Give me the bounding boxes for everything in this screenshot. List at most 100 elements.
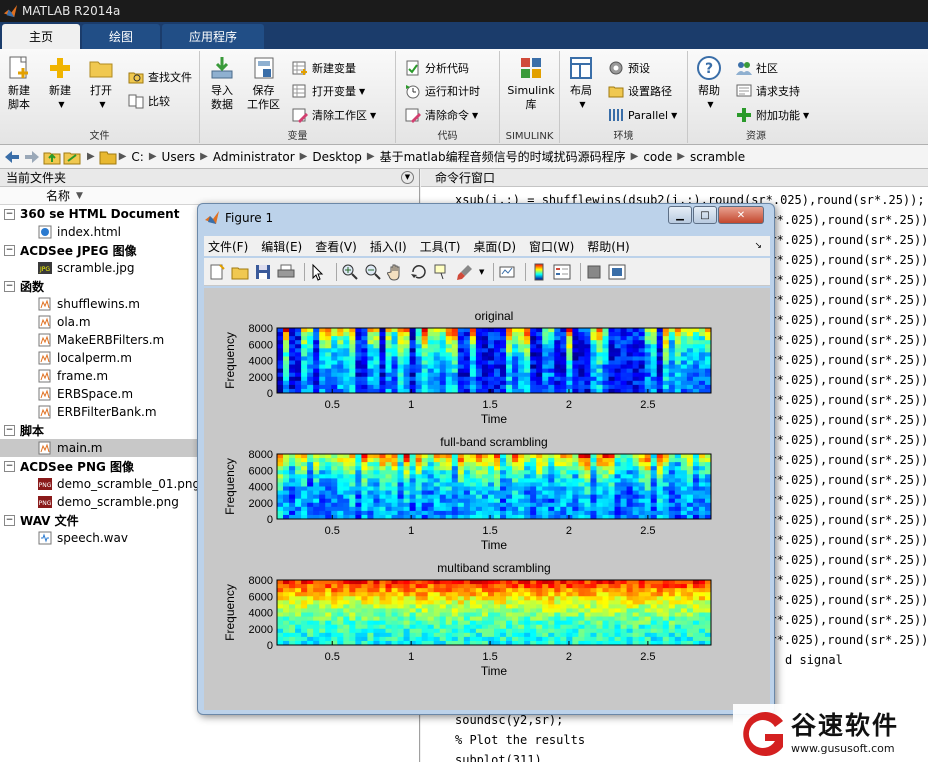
spectrogram-cell xyxy=(542,632,549,638)
open-button[interactable]: 打开 ▼ xyxy=(88,55,114,112)
clear-commands-button[interactable]: 清除命令 ▼ xyxy=(405,105,478,125)
chevron-down-icon[interactable]: ▼ xyxy=(479,268,484,276)
collapse-icon[interactable]: − xyxy=(4,424,15,436)
path-segment[interactable]: Users xyxy=(162,150,196,164)
tab-apps[interactable]: 应用程序 xyxy=(162,24,265,49)
request-support-button[interactable]: 请求支持 xyxy=(736,81,800,101)
new-button[interactable]: 新建 ▼ xyxy=(47,55,73,112)
tab-home[interactable]: 主页 xyxy=(2,24,81,49)
data-cursor-icon[interactable] xyxy=(433,263,451,281)
zoom-in-icon[interactable] xyxy=(341,263,359,281)
layout-button[interactable]: 布局 ▼ xyxy=(568,55,594,112)
menu-desktop[interactable]: 桌面(D) xyxy=(473,238,516,255)
pan-hand-icon[interactable] xyxy=(387,263,405,281)
figure-canvas[interactable]: original 8000 6000 4000 2000 0 0.5 1 1.5 2 2.5 Time… xyxy=(204,288,770,710)
maximize-button[interactable]: □ xyxy=(693,206,717,224)
plot-title: multiband scrambling xyxy=(437,561,550,575)
path-segment[interactable]: Desktop xyxy=(312,150,362,164)
pointer-icon[interactable] xyxy=(309,263,327,281)
spectrogram-cell xyxy=(331,478,338,483)
spectrogram-cell xyxy=(439,474,447,479)
community-button[interactable]: 社区 xyxy=(736,58,778,78)
spectrogram-cell xyxy=(518,624,525,630)
spectrogram-cell xyxy=(421,490,429,496)
set-path-button[interactable]: 设置路径 xyxy=(608,81,672,101)
spectrogram-cell xyxy=(337,592,344,597)
preferences-button[interactable]: 预设 xyxy=(608,58,650,78)
collapse-icon[interactable]: − xyxy=(4,208,15,220)
find-files-button[interactable]: 查找文件 xyxy=(128,67,192,87)
spectrogram-cell xyxy=(457,332,465,337)
spectrogram-cell xyxy=(361,462,368,467)
save-workspace-button[interactable]: 保存 工作区 xyxy=(247,55,280,112)
spectrogram-cell xyxy=(289,486,296,491)
spectrogram-axes[interactable]: original800060004000200000.5 1 1.5 2 2.5Time… xyxy=(204,288,770,710)
legend-icon[interactable] xyxy=(553,263,571,281)
back-arrow-icon[interactable] xyxy=(3,149,21,165)
spectrogram-cell xyxy=(451,348,459,353)
addons-button[interactable]: 附加功能 ▼ xyxy=(736,105,809,125)
menu-insert[interactable]: 插入(I) xyxy=(370,238,407,255)
tab-plots[interactable]: 绘图 xyxy=(82,24,161,49)
spectrogram-cell xyxy=(704,384,712,390)
spectrogram-cell xyxy=(506,336,513,341)
spectrogram-cell xyxy=(530,596,537,601)
path-segment[interactable]: scramble xyxy=(690,150,745,164)
print-icon[interactable] xyxy=(277,263,295,281)
spectrogram-cell xyxy=(433,458,441,463)
path-segment[interactable]: code xyxy=(643,150,672,164)
new-figure-icon[interactable] xyxy=(208,263,226,281)
spectrogram-cell xyxy=(385,474,392,479)
spectrogram-cell xyxy=(650,628,658,634)
parallel-button[interactable]: Parallel ▼ xyxy=(608,105,677,125)
menu-tools[interactable]: 工具(T) xyxy=(420,238,461,255)
analyze-code-button[interactable]: 分析代码 xyxy=(405,58,469,78)
minimize-button[interactable]: ▁ xyxy=(668,206,692,224)
open-variable-button[interactable]: 打开变量 ▼ xyxy=(292,81,365,101)
simulink-library-button[interactable]: Simulink 库 xyxy=(505,55,557,112)
panel-actions-icon[interactable]: ▼ xyxy=(401,171,414,184)
clear-workspace-button[interactable]: 清除工作区 ▼ xyxy=(292,105,376,125)
import-data-button[interactable]: 导入 数据 xyxy=(209,55,235,112)
collapse-icon[interactable]: − xyxy=(4,280,15,292)
path-segment[interactable]: Administrator xyxy=(213,150,295,164)
new-variable-button[interactable]: 新建变量 xyxy=(292,58,356,78)
spectrogram-cell xyxy=(650,588,658,593)
spectrogram-cell xyxy=(530,588,537,593)
new-script-button[interactable]: 新建 脚本 xyxy=(6,55,32,112)
menu-file[interactable]: 文件(F) xyxy=(208,238,248,255)
help-button[interactable]: ? 帮助 ▼ xyxy=(696,55,722,112)
brush-icon[interactable] xyxy=(456,263,474,281)
zoom-out-icon[interactable] xyxy=(364,263,382,281)
forward-arrow-icon[interactable] xyxy=(23,149,41,165)
spectrogram-cell xyxy=(674,608,682,613)
compare-button[interactable]: 比较 xyxy=(128,91,170,111)
colorbar-icon[interactable] xyxy=(530,263,548,281)
menu-edit[interactable]: 编辑(E) xyxy=(261,238,302,255)
hide-plot-tools-icon[interactable] xyxy=(585,263,603,281)
spectrogram-cell xyxy=(475,628,483,634)
path-separator: ▶ xyxy=(118,151,127,162)
link-plot-icon[interactable] xyxy=(498,263,516,281)
menu-window[interactable]: 窗口(W) xyxy=(529,238,574,255)
path-segment[interactable]: C: xyxy=(131,150,143,164)
spectrogram-cell xyxy=(349,344,356,349)
dock-arrow-icon[interactable]: ↘ xyxy=(754,241,762,251)
collapse-icon[interactable]: − xyxy=(4,244,15,256)
open-file-icon[interactable] xyxy=(231,263,249,281)
rotate-3d-icon[interactable] xyxy=(410,263,428,281)
spectrogram-cell xyxy=(415,360,423,365)
menu-view[interactable]: 查看(V) xyxy=(315,238,357,255)
save-icon[interactable] xyxy=(254,263,272,281)
run-and-time-button[interactable]: 运行和计时 xyxy=(405,81,480,101)
collapse-icon[interactable]: − xyxy=(4,460,15,472)
path-segment[interactable]: 基于matlab编程音频信号的时域扰码源码程序 xyxy=(380,148,626,165)
menu-help[interactable]: 帮助(H) xyxy=(587,238,629,255)
close-button[interactable]: ✕ xyxy=(718,206,764,224)
collapse-icon[interactable]: − xyxy=(4,514,15,526)
up-folder-icon[interactable] xyxy=(43,149,61,165)
show-plot-tools-icon[interactable] xyxy=(608,263,626,281)
spectrogram-cell xyxy=(530,616,537,622)
browse-folder-icon[interactable] xyxy=(63,149,81,165)
figure-window[interactable]: Figure 1 ▁ □ ✕ 文件(F) 编辑(E) 查看(V) 插入(I) 工… xyxy=(197,203,775,715)
